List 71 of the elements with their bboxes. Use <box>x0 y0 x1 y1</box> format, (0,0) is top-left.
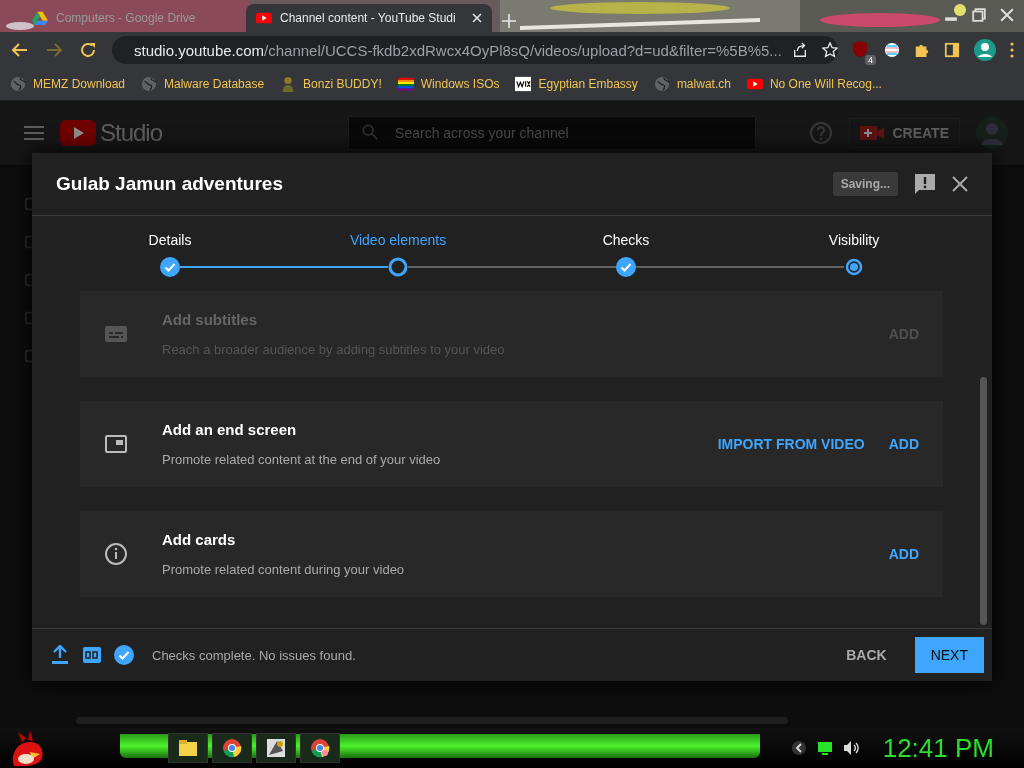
saving-badge: Saving... <box>832 172 898 196</box>
url-text: studio.youtube.com/channel/UCCS-fkdb2xdRwcx4OyPl8sQ/videos/upload?d=ud&filter=%5B%5... <box>134 41 782 59</box>
back-button[interactable]: BACK <box>832 637 901 673</box>
wix-icon <box>515 76 532 92</box>
card-title: Add cards <box>162 531 237 548</box>
restore-icon[interactable] <box>972 8 986 22</box>
dialog-title: Gulab Jamun adventures <box>56 173 283 195</box>
upload-icon <box>50 645 70 665</box>
profile-avatar-icon[interactable] <box>974 39 996 61</box>
card-title: Add an end screen <box>162 421 298 438</box>
clock-text: 12:41 PM <box>882 732 994 764</box>
reload-icon[interactable] <box>78 40 98 60</box>
bookmark[interactable]: Egyptian Embassy <box>515 76 638 92</box>
bookmark[interactable]: malwat.ch <box>653 76 731 92</box>
menu-icon[interactable] <box>24 125 44 141</box>
info-icon <box>104 542 128 566</box>
step-label[interactable]: Visibility <box>828 232 880 248</box>
monitor-icon[interactable] <box>816 740 833 756</box>
feedback-icon[interactable] <box>914 173 936 195</box>
next-button[interactable]: NEXT <box>914 637 984 673</box>
taskbar-button[interactable] <box>168 733 208 763</box>
browser-tab[interactable]: Channel content - YouTube Studi <box>246 4 492 32</box>
check-circle-icon <box>114 645 134 665</box>
step-label[interactable]: Checks <box>602 232 650 248</box>
card-description: Promote related content at the end of your video <box>162 452 441 467</box>
drive-icon <box>32 10 48 26</box>
bookmark[interactable]: Malware Database <box>141 76 265 92</box>
logo-text: Studio <box>100 119 163 147</box>
puzzle-icon[interactable] <box>914 42 930 58</box>
chevron-icon[interactable] <box>790 740 807 756</box>
globe-icon <box>653 76 670 92</box>
step-label[interactable]: Video elements <box>349 232 447 248</box>
play-icon <box>256 10 272 26</box>
status-text: Checks complete. No issues found. <box>152 647 356 663</box>
action-link[interactable]: ADD <box>888 546 919 562</box>
scrollbar[interactable] <box>980 377 987 625</box>
extension-badge: 4 <box>865 55 876 65</box>
taskbar-button[interactable] <box>300 733 340 763</box>
bookmark[interactable]: No One Will Recog... <box>746 76 882 92</box>
taskbar-button[interactable] <box>212 733 252 763</box>
more-menu-icon[interactable] <box>1010 42 1014 58</box>
address-field[interactable]: studio.youtube.com/channel/UCCS-fkdb2xdRwcx4OyPl8sQ/videos/upload?d=ud&filter=%5B%5... <box>112 36 838 64</box>
card-title: Add subtitles <box>162 311 258 328</box>
share-icon[interactable] <box>791 42 808 58</box>
bookmark[interactable]: Windows ISOs <box>397 76 500 92</box>
close-icon[interactable] <box>952 176 968 192</box>
action-link[interactable]: IMPORT FROM VIDEO <box>717 436 865 452</box>
play-icon <box>60 120 96 146</box>
paint-icon <box>266 738 286 758</box>
end-screen-icon <box>104 432 128 456</box>
search-icon <box>362 124 379 140</box>
new-tab-icon[interactable] <box>502 14 516 28</box>
speaker-icon[interactable] <box>842 740 859 756</box>
rainbow-icon <box>397 76 414 92</box>
taskbar-button[interactable] <box>256 733 296 763</box>
globe-icon <box>141 76 158 92</box>
bookmark[interactable]: Bonzi BUDDY! <box>280 76 382 92</box>
bookmark[interactable]: MEMZ Download <box>10 76 126 92</box>
play-icon <box>746 76 763 92</box>
globe-icon <box>10 76 26 92</box>
browser-icon <box>222 738 242 758</box>
step-label[interactable]: Details <box>148 232 192 248</box>
folder-icon <box>178 738 198 758</box>
browser-icon <box>310 738 330 758</box>
side-panel-icon[interactable] <box>944 42 960 58</box>
card-description: Promote related content during your video <box>162 562 405 577</box>
search-field[interactable]: Search across your channel <box>348 116 757 150</box>
camera-icon <box>860 125 885 141</box>
flag-icon[interactable] <box>884 42 900 58</box>
action-link[interactable]: ADD <box>888 436 919 452</box>
star-icon[interactable] <box>821 42 838 58</box>
